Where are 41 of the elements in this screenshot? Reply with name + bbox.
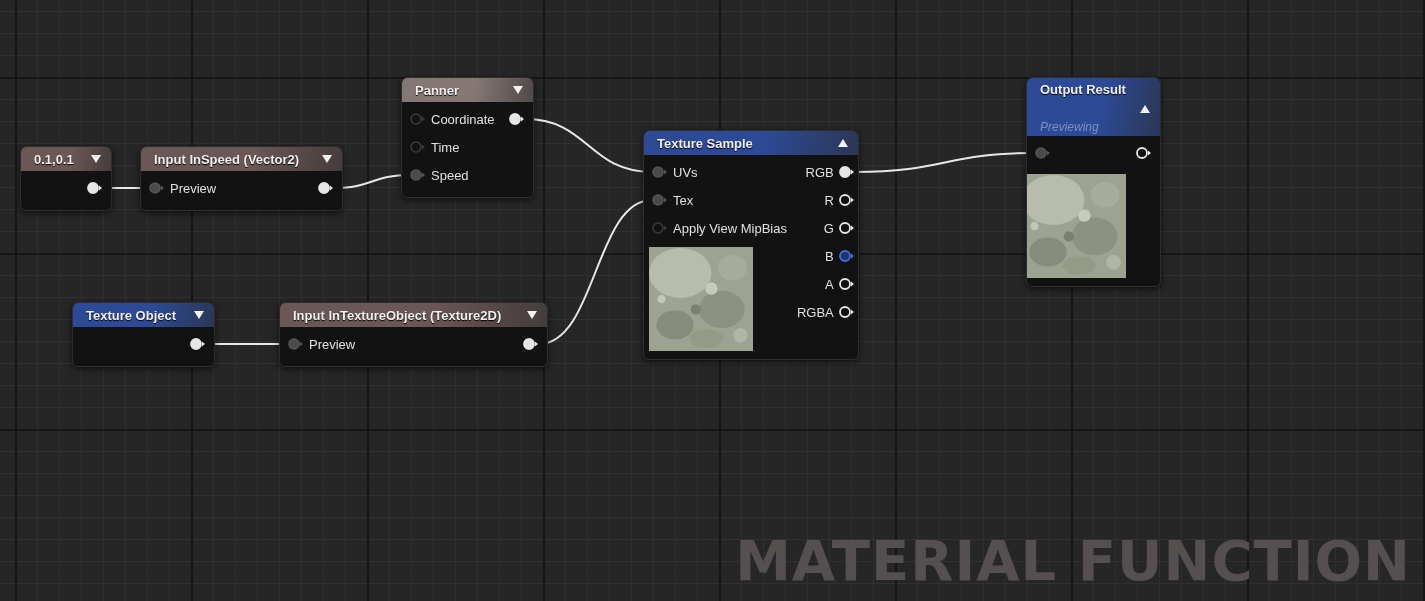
pin-label: Coordinate — [431, 111, 495, 127]
pin-icon[interactable] — [838, 194, 855, 206]
expand-arrow-icon[interactable] — [90, 154, 102, 164]
pin-label: RGBA — [796, 304, 834, 320]
node-title: Output Result — [1040, 81, 1127, 97]
pin-label: Speed — [431, 167, 469, 183]
pin-label: B — [825, 248, 834, 264]
pin-label: UVs — [673, 164, 698, 180]
node-title: Input InTextureObject (Texture2D) — [293, 307, 503, 323]
pin-label: Preview — [170, 180, 217, 196]
node-title: 0.1,0.1 — [34, 151, 75, 167]
pin-label: A — [825, 276, 834, 292]
collapse-arrow-icon[interactable] — [837, 138, 849, 148]
expand-arrow-icon[interactable] — [193, 310, 205, 320]
pin-label: R — [824, 192, 834, 208]
node-title: Texture Object — [86, 307, 178, 323]
expand-arrow-icon[interactable] — [321, 154, 333, 164]
expand-arrow-icon[interactable] — [526, 310, 538, 320]
pin-icon[interactable] — [1136, 147, 1152, 159]
pin-icon[interactable] — [190, 338, 206, 350]
pin-icon[interactable] — [523, 338, 539, 350]
node-title: Input InSpeed (Vector2) — [154, 151, 301, 167]
node-title: Panner — [415, 82, 461, 98]
pin-label: Preview — [309, 336, 356, 352]
pin-icon[interactable] — [838, 278, 855, 290]
pin-icon[interactable] — [87, 182, 103, 194]
pin-icon[interactable] — [838, 306, 855, 318]
pin-icon[interactable] — [509, 113, 525, 125]
graph-type-label: MATERIAL FUNCTION — [735, 528, 1411, 593]
pin-icon[interactable] — [318, 182, 334, 194]
node-title: Texture Sample — [657, 135, 754, 151]
collapse-arrow-icon[interactable] — [1139, 104, 1151, 114]
pin-icon[interactable] — [838, 222, 855, 234]
pin-label: Time — [431, 139, 460, 155]
expand-arrow-icon[interactable] — [512, 85, 524, 95]
pin-label: Tex — [673, 192, 694, 208]
pin-label: G — [823, 220, 834, 236]
pin-label: RGB — [805, 164, 834, 180]
pin-icon[interactable] — [838, 166, 855, 178]
node-subtitle: Previewing — [1040, 120, 1100, 134]
pin-label: Apply View MipBias — [673, 220, 787, 236]
